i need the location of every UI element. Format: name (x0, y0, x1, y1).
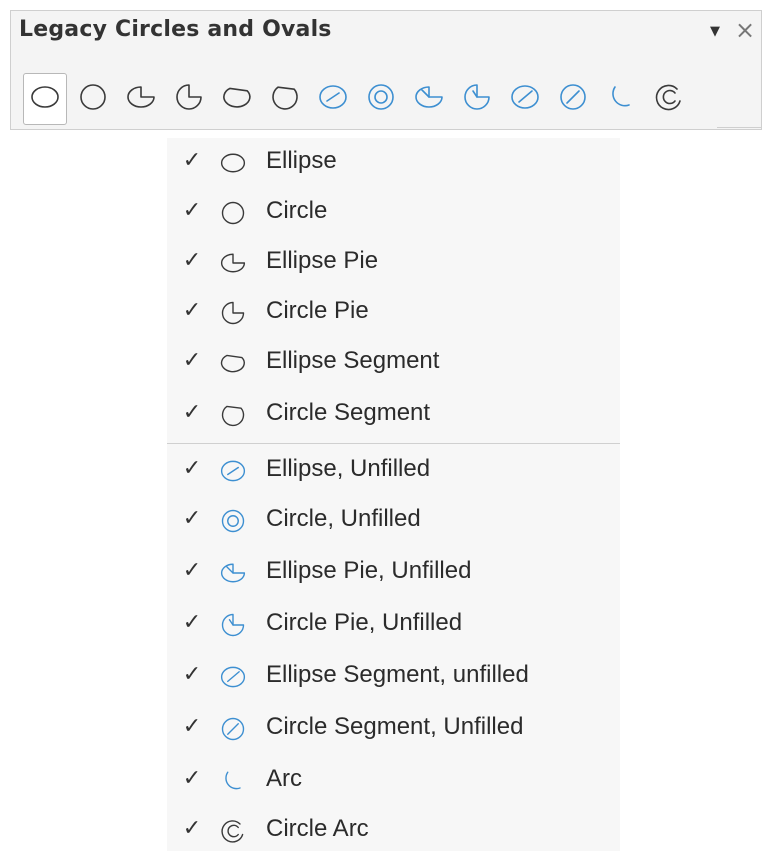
toolbar-button-circle[interactable] (71, 73, 115, 125)
circle-unfilled-icon (365, 81, 397, 117)
circle-icon (219, 199, 247, 227)
menu-item-circle-unfilled[interactable]: ✓ Circle, Unfilled (167, 500, 620, 542)
menu-item-label: Circle Segment, Unfilled (266, 713, 524, 740)
menu-item-circle-pie[interactable]: ✓ Circle Pie (167, 292, 620, 334)
toolbar-button-ellipse-segment[interactable] (215, 73, 259, 125)
menu-separator (167, 443, 620, 444)
toolbar-button-circle-segment[interactable] (263, 73, 307, 125)
toolbar-close-button[interactable]: × (733, 17, 757, 43)
toolbar-button-circle-arc[interactable] (647, 73, 691, 125)
menu-item-ellipse-segment-unfilled[interactable]: ✓ Ellipse Segment, unfilled (167, 656, 620, 698)
menu-item-label: Ellipse Segment (266, 347, 440, 374)
ellipse-segment-icon (221, 81, 253, 117)
menu-item-label: Ellipse Pie (266, 247, 379, 274)
menu-item-ellipse[interactable]: ✓ Ellipse (167, 142, 620, 184)
menu-item-label: Ellipse (266, 147, 337, 174)
check-icon: ✓ (182, 148, 202, 173)
check-icon: ✓ (182, 348, 202, 373)
ellipse-segment-unfilled-icon (509, 81, 541, 117)
check-icon: ✓ (182, 662, 202, 687)
toolbar-button-circle-pie-unfilled[interactable] (455, 73, 499, 125)
toolbar-dropdown-button[interactable]: ▼ (704, 21, 726, 43)
check-icon: ✓ (182, 816, 202, 841)
check-icon: ✓ (182, 506, 202, 531)
menu-item-circle-arc[interactable]: ✓ Circle Arc (167, 810, 620, 852)
circle-segment-icon (269, 81, 301, 117)
menu-item-circle-segment[interactable]: ✓ Circle Segment (167, 394, 620, 436)
menu-item-label: Ellipse, Unfilled (266, 455, 431, 482)
check-icon: ✓ (182, 248, 202, 273)
toolbar-legacy-circles-and-ovals: Legacy Circles and Ovals ▼ × (10, 10, 762, 130)
toolbar-button-circle-unfilled[interactable] (359, 73, 403, 125)
ellipse-pie-icon (125, 81, 157, 117)
menu-item-label: Circle Pie (266, 297, 369, 324)
circle-segment-unfilled-icon (557, 81, 589, 117)
ellipse-segment-icon (219, 349, 247, 377)
toolbar-button-ellipse[interactable] (23, 73, 67, 125)
ellipse-icon (29, 81, 61, 117)
circle-pie-icon (219, 299, 247, 327)
menu-item-ellipse-segment[interactable]: ✓ Ellipse Segment (167, 342, 620, 384)
check-icon: ✓ (182, 610, 202, 635)
circle-pie-unfilled-icon (219, 611, 247, 639)
menu-item-label: Circle, Unfilled (266, 505, 421, 532)
check-icon: ✓ (182, 400, 202, 425)
menu-item-arc[interactable]: ✓ Arc (167, 760, 620, 802)
circle-segment-unfilled-icon (219, 715, 247, 743)
toolbar-button-circle-pie[interactable] (167, 73, 211, 125)
menu-item-label: Ellipse Segment, unfilled (266, 661, 529, 688)
circle-arc-icon (653, 81, 685, 117)
menu-item-ellipse-unfilled[interactable]: ✓ Ellipse, Unfilled (167, 450, 620, 492)
check-icon: ✓ (182, 198, 202, 223)
menu-item-ellipse-pie[interactable]: ✓ Ellipse Pie (167, 242, 620, 284)
ellipse-pie-unfilled-icon (413, 81, 445, 117)
ellipse-unfilled-icon (317, 81, 349, 117)
circle-pie-icon (173, 81, 205, 117)
ellipse-segment-unfilled-icon (219, 663, 247, 691)
menu-item-label: Circle Arc (266, 815, 369, 842)
menu-item-label: Arc (266, 765, 302, 792)
circle-icon (77, 81, 109, 117)
toolbar-overflow-divider (717, 127, 761, 128)
ellipse-icon (219, 149, 247, 177)
ellipse-pie-icon (219, 249, 247, 277)
menu-item-label: Circle Segment (266, 399, 431, 426)
menu-item-circle-pie-unfilled[interactable]: ✓ Circle Pie, Unfilled (167, 604, 620, 646)
check-icon: ✓ (182, 714, 202, 739)
toolbar-button-circle-segment-unfilled[interactable] (551, 73, 595, 125)
circle-segment-icon (219, 401, 247, 429)
check-icon: ✓ (182, 766, 202, 791)
visible-buttons-menu: ✓ Ellipse ✓ Circle ✓ Ellipse Pie ✓ Circl… (167, 138, 620, 851)
menu-item-label: Circle (266, 197, 328, 224)
toolbar-title: Legacy Circles and Ovals (19, 17, 332, 42)
menu-item-label: Circle Pie, Unfilled (266, 609, 463, 636)
check-icon: ✓ (182, 558, 202, 583)
circle-arc-icon (219, 817, 247, 845)
circle-unfilled-icon (219, 507, 247, 535)
toolbar-button-ellipse-pie[interactable] (119, 73, 163, 125)
menu-item-circle-segment-unfilled[interactable]: ✓ Circle Segment, Unfilled (167, 708, 620, 750)
ellipse-pie-unfilled-icon (219, 559, 247, 587)
ellipse-unfilled-icon (219, 457, 247, 485)
menu-item-label: Ellipse Pie, Unfilled (266, 557, 472, 584)
toolbar-button-ellipse-unfilled[interactable] (311, 73, 355, 125)
menu-item-ellipse-pie-unfilled[interactable]: ✓ Ellipse Pie, Unfilled (167, 552, 620, 594)
toolbar-button-arc[interactable] (599, 73, 643, 125)
arc-icon (219, 767, 247, 795)
check-icon: ✓ (182, 456, 202, 481)
check-icon: ✓ (182, 298, 202, 323)
circle-pie-unfilled-icon (461, 81, 493, 117)
menu-item-circle[interactable]: ✓ Circle (167, 192, 620, 234)
toolbar-button-ellipse-pie-unfilled[interactable] (407, 73, 451, 125)
toolbar-button-ellipse-segment-unfilled[interactable] (503, 73, 547, 125)
arc-icon (605, 81, 637, 117)
